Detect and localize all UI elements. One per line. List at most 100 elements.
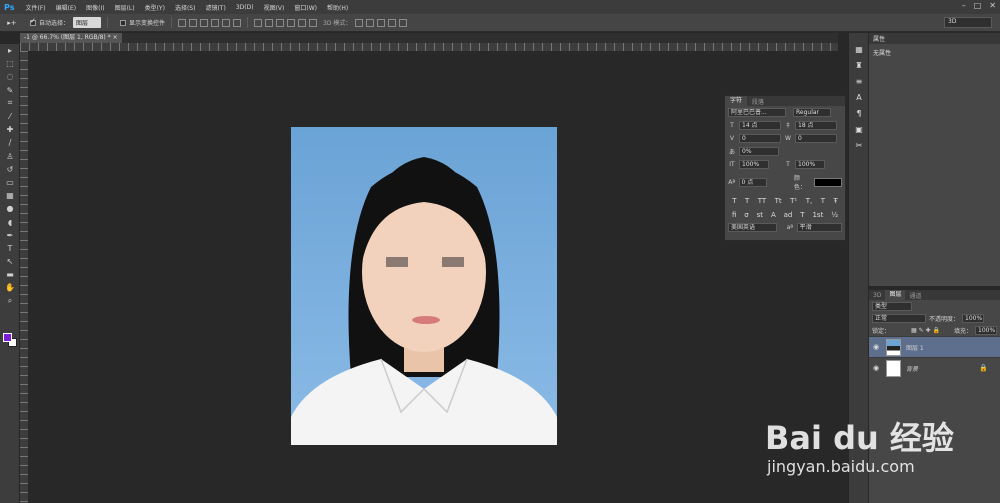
layer-filter-dropdown[interactable]: 类型 xyxy=(872,301,912,311)
minimize-icon[interactable]: – xyxy=(962,1,966,10)
tab-paragraph[interactable]: 段落 xyxy=(747,97,769,106)
language-dropdown[interactable]: 美国英语 xyxy=(728,223,778,232)
align-bottom-icon[interactable] xyxy=(200,18,209,27)
all-caps-button[interactable]: TT xyxy=(758,197,766,205)
lasso-tool-icon[interactable]: ◌ xyxy=(0,70,20,83)
align-hcenter-icon[interactable] xyxy=(222,18,231,27)
ordinals-button[interactable]: 1st xyxy=(812,211,823,219)
ligature-button[interactable]: fi xyxy=(732,211,736,219)
font-size-field[interactable]: 14 点 xyxy=(739,121,781,130)
menu-3d[interactable]: 3D(D) xyxy=(231,4,259,11)
distribute-left-icon[interactable] xyxy=(287,18,296,27)
eye-icon[interactable]: ◉ xyxy=(873,364,881,372)
font-style-dropdown[interactable]: Regular xyxy=(793,108,831,117)
character-panel-icon[interactable]: A xyxy=(849,89,869,105)
eyedropper-tool-icon[interactable]: ⁄ xyxy=(0,110,20,123)
auto-select-checkbox[interactable] xyxy=(30,17,36,26)
distribute-vcenter-icon[interactable] xyxy=(265,18,274,27)
path-select-tool-icon[interactable]: ↖ xyxy=(0,255,20,268)
tab-3d[interactable]: 3D xyxy=(869,292,885,299)
blend-mode-dropdown[interactable]: 正常 xyxy=(872,313,926,323)
foreground-color-swatch[interactable] xyxy=(3,333,12,342)
scale-3d-icon[interactable] xyxy=(399,18,408,27)
menu-select[interactable]: 选择(S) xyxy=(170,3,201,12)
layer-name[interactable]: 图层 1 xyxy=(906,343,924,352)
distribute-right-icon[interactable] xyxy=(309,18,318,27)
opacity-field[interactable]: 100% xyxy=(962,313,985,323)
auto-select-dropdown[interactable]: 图层 xyxy=(73,17,102,28)
layer-row[interactable]: ◉ 图层 1 xyxy=(869,336,1000,357)
clone-stamp-tool-icon[interactable]: ♙ xyxy=(0,150,20,163)
tsume-field[interactable]: 0% xyxy=(739,147,779,156)
layer-comps-icon[interactable]: ▣ xyxy=(849,121,869,137)
rectangle-tool-icon[interactable]: ▬ xyxy=(0,268,20,281)
kerning-field[interactable]: 0 xyxy=(739,134,781,143)
layer-row[interactable]: ◉ 背景 🔒 xyxy=(869,357,1000,378)
show-transform-checkbox[interactable] xyxy=(120,19,127,26)
menu-edit[interactable]: 编辑(E) xyxy=(51,3,81,12)
history-brush-tool-icon[interactable]: ↺ xyxy=(0,163,20,176)
slide-3d-icon[interactable] xyxy=(388,18,397,27)
eraser-tool-icon[interactable]: ▭ xyxy=(0,176,20,189)
baseline-shift-field[interactable]: 0 点 xyxy=(738,177,767,187)
menu-window[interactable]: 窗口(W) xyxy=(289,3,322,12)
align-top-icon[interactable] xyxy=(178,18,187,27)
crop-tool-icon[interactable]: ⌗ xyxy=(0,97,20,110)
tab-channels[interactable]: 通道 xyxy=(905,291,925,300)
blur-tool-icon[interactable]: ● xyxy=(0,202,20,215)
tools-preset-icon[interactable]: ✂ xyxy=(849,137,869,153)
fill-field[interactable]: 100% xyxy=(975,325,997,335)
fractions-button[interactable]: ½ xyxy=(831,211,838,219)
roll-3d-icon[interactable] xyxy=(366,18,375,27)
distribute-top-icon[interactable] xyxy=(254,18,263,27)
paragraph-panel-icon[interactable]: ¶ xyxy=(849,105,869,121)
dodge-tool-icon[interactable]: ◖ xyxy=(0,215,20,228)
menu-filter[interactable]: 滤镜(T) xyxy=(200,3,230,12)
menu-file[interactable]: 文件(F) xyxy=(20,3,50,12)
align-vcenter-icon[interactable] xyxy=(189,18,198,27)
tab-layers[interactable]: 图层 xyxy=(885,290,906,300)
distribute-hcenter-icon[interactable] xyxy=(298,18,307,27)
subscript-button[interactable]: T, xyxy=(806,197,813,205)
underline-button[interactable]: T xyxy=(821,197,825,205)
eye-icon[interactable]: ◉ xyxy=(873,343,881,351)
move-tool-preset-icon[interactable]: ▸+ xyxy=(0,19,24,27)
superscript-button[interactable]: T¹ xyxy=(790,197,797,205)
font-family-dropdown[interactable]: 阿里巴巴普... xyxy=(728,108,786,117)
text-color-swatch[interactable] xyxy=(813,177,843,187)
discretionary-ligature-button[interactable]: st xyxy=(757,211,763,219)
type-tool-icon[interactable]: T xyxy=(0,242,20,255)
quick-select-tool-icon[interactable]: ✎ xyxy=(0,84,20,97)
actions-icon[interactable]: ♜ xyxy=(849,57,869,73)
contextual-alternates-button[interactable]: σ xyxy=(744,211,748,219)
menu-help[interactable]: 帮助(H) xyxy=(322,3,353,12)
swash-button[interactable]: A xyxy=(771,211,776,219)
faux-italic-button[interactable]: T xyxy=(745,197,749,205)
faux-bold-button[interactable]: T xyxy=(732,197,736,205)
canvas-area[interactable] xyxy=(28,51,838,503)
tab-character[interactable]: 字符 xyxy=(725,96,748,106)
marquee-tool-icon[interactable]: ⬚ xyxy=(0,57,20,70)
menu-view[interactable]: 视图(V) xyxy=(259,3,290,12)
workspace-dropdown[interactable]: 3D xyxy=(944,17,992,28)
tracking-field[interactable]: 0 xyxy=(795,134,837,143)
close-icon[interactable]: ✕ xyxy=(989,1,996,10)
vertical-scale-field[interactable]: 100% xyxy=(739,160,769,169)
brushes-icon[interactable]: ≡ xyxy=(849,73,869,89)
align-right-icon[interactable] xyxy=(233,18,242,27)
document-tab[interactable]: -1 @ 66.7% (图层 1, RGB/8) * × xyxy=(20,33,122,43)
stylistic-alternates-button[interactable]: ad xyxy=(784,211,793,219)
titling-alternates-button[interactable]: T xyxy=(800,211,804,219)
menu-layer[interactable]: 图层(L) xyxy=(110,3,140,12)
leading-field[interactable]: 18 点 xyxy=(795,121,837,130)
hand-tool-icon[interactable]: ✋ xyxy=(0,281,20,294)
horizontal-scale-field[interactable]: 100% xyxy=(795,160,825,169)
rotate-3d-icon[interactable] xyxy=(355,18,364,27)
menu-image[interactable]: 图像(I) xyxy=(81,3,109,12)
gradient-tool-icon[interactable]: ▦ xyxy=(0,189,20,202)
antialias-dropdown[interactable]: 平滑 xyxy=(796,223,842,232)
pen-tool-icon[interactable]: ✒ xyxy=(0,229,20,242)
move-tool-icon[interactable]: ▸ xyxy=(0,44,20,57)
layer-name[interactable]: 背景 xyxy=(906,364,918,373)
history-icon[interactable]: ▦ xyxy=(849,41,869,57)
